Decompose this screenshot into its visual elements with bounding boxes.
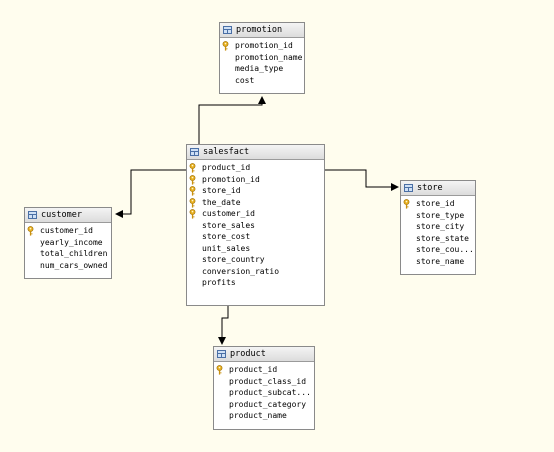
table-store[interactable]: store store_id store_type store_city store_… bbox=[400, 180, 476, 275]
column-row[interactable]: product_id bbox=[214, 364, 314, 376]
primary-key-icon bbox=[189, 197, 196, 208]
column-label: store_sales bbox=[202, 220, 255, 230]
column-label: customer_id bbox=[40, 226, 93, 235]
table-header[interactable]: salesfact bbox=[187, 145, 324, 160]
column-label: promotion_name bbox=[235, 52, 303, 62]
primary-key-icon bbox=[189, 209, 196, 219]
column-label: media_type bbox=[235, 64, 284, 73]
table-customer[interactable]: customer customer_id yearly_income total_c… bbox=[24, 207, 112, 279]
table-promotion[interactable]: promotion promotion_id promotion_namemedi… bbox=[219, 22, 305, 94]
column-label: store_id bbox=[202, 186, 241, 195]
column-label: num_cars_owned bbox=[40, 260, 108, 270]
column-label: promotion_id bbox=[202, 174, 260, 184]
column-row[interactable]: product_name bbox=[214, 410, 314, 422]
table-header[interactable]: product bbox=[214, 347, 314, 362]
primary-key-icon bbox=[403, 199, 410, 209]
column-label: yearly_income bbox=[40, 237, 103, 247]
column-label: unit_sales bbox=[202, 243, 251, 253]
table-header[interactable]: promotion bbox=[220, 23, 304, 38]
column-label: store_id bbox=[416, 199, 455, 208]
column-row[interactable]: promotion_id bbox=[220, 40, 304, 52]
relationship-salesfact-product bbox=[218, 306, 229, 345]
table-icon bbox=[404, 184, 413, 192]
column-label: profits bbox=[202, 278, 236, 287]
column-row[interactable]: store_cost bbox=[187, 231, 324, 243]
relationship-salesfact-promotion bbox=[198, 96, 266, 144]
column-row[interactable]: product_subcat... bbox=[214, 387, 314, 399]
column-list: customer_id yearly_income total_childrennu… bbox=[25, 223, 111, 271]
table-header[interactable]: store bbox=[401, 181, 475, 196]
column-list: product_id promotion_id store_id the_datecu… bbox=[187, 160, 324, 289]
column-row[interactable]: media_type bbox=[220, 63, 304, 75]
column-row[interactable]: product_category bbox=[214, 399, 314, 411]
primary-key-icon bbox=[27, 226, 34, 236]
column-label: cost bbox=[235, 75, 255, 85]
primary-key-icon bbox=[189, 174, 196, 185]
primary-key-icon bbox=[216, 365, 223, 375]
column-row[interactable]: unit_sales bbox=[187, 243, 324, 255]
column-row[interactable]: cost bbox=[220, 75, 304, 87]
column-label: store_state bbox=[416, 233, 469, 243]
column-row[interactable]: customer_id bbox=[25, 225, 111, 237]
column-label: product_class_id bbox=[229, 376, 307, 386]
column-row[interactable]: num_cars_owned bbox=[25, 260, 111, 272]
column-label: store_name bbox=[416, 256, 465, 266]
column-row[interactable]: the_date bbox=[187, 197, 324, 209]
column-label: product_subcat... bbox=[229, 388, 311, 397]
column-label: store_type bbox=[416, 210, 465, 220]
column-label: promotion_id bbox=[235, 41, 293, 50]
table-header[interactable]: customer bbox=[25, 208, 111, 223]
column-row[interactable]: product_id bbox=[187, 162, 324, 174]
primary-key-icon bbox=[189, 163, 196, 173]
table-icon bbox=[217, 350, 226, 358]
column-row[interactable]: store_type bbox=[401, 210, 475, 222]
relationship-salesfact-customer bbox=[115, 169, 187, 218]
table-salesfact[interactable]: salesfact product_id promotion_id store_id… bbox=[186, 144, 325, 306]
table-product[interactable]: product product_id product_class_id produc… bbox=[213, 346, 315, 430]
column-row[interactable]: promotion_id bbox=[187, 174, 324, 186]
diagram-canvas: promotion promotion_id promotion_namemedi… bbox=[0, 0, 554, 452]
table-icon bbox=[28, 211, 37, 219]
table-icon bbox=[190, 148, 199, 156]
primary-key-icon bbox=[222, 41, 229, 51]
column-label: customer_id bbox=[202, 209, 255, 218]
table-title: store bbox=[417, 183, 443, 193]
table-title: product bbox=[230, 349, 266, 359]
table-title: salesfact bbox=[203, 147, 250, 157]
table-title: promotion bbox=[236, 25, 283, 35]
column-label: conversion_ratio bbox=[202, 266, 280, 276]
column-label: store_cost bbox=[202, 232, 251, 241]
column-row[interactable]: yearly_income bbox=[25, 237, 111, 249]
column-row[interactable]: store_sales bbox=[187, 220, 324, 232]
column-row[interactable]: store_country bbox=[187, 254, 324, 266]
column-row[interactable]: customer_id bbox=[187, 208, 324, 220]
column-row[interactable]: store_city bbox=[401, 221, 475, 233]
column-row[interactable]: store_name bbox=[401, 256, 475, 268]
column-row[interactable]: total_children bbox=[25, 248, 111, 260]
table-icon bbox=[223, 26, 232, 34]
column-label: total_children bbox=[40, 249, 108, 258]
column-label: store_city bbox=[416, 222, 465, 231]
column-row[interactable]: store_id bbox=[401, 198, 475, 210]
column-label: store_cou... bbox=[416, 245, 474, 254]
column-label: product_category bbox=[229, 399, 307, 409]
column-list: product_id product_class_id product_subcat… bbox=[214, 362, 314, 422]
column-label: product_name bbox=[229, 411, 287, 420]
column-label: the_date bbox=[202, 197, 241, 207]
column-list: promotion_id promotion_name media_typecost bbox=[220, 38, 304, 86]
column-list: store_id store_type store_city store_states… bbox=[401, 196, 475, 267]
relationship-salesfact-store bbox=[325, 169, 399, 191]
table-title: customer bbox=[41, 210, 82, 220]
column-label: product_id bbox=[229, 365, 278, 374]
column-row[interactable]: store_id bbox=[187, 185, 324, 197]
column-row[interactable]: store_cou... bbox=[401, 244, 475, 256]
column-label: store_country bbox=[202, 255, 265, 264]
column-row[interactable]: profits bbox=[187, 277, 324, 289]
column-row[interactable]: product_class_id bbox=[214, 376, 314, 388]
column-row[interactable]: conversion_ratio bbox=[187, 266, 324, 278]
primary-key-icon bbox=[189, 186, 196, 196]
column-label: product_id bbox=[202, 163, 251, 172]
column-row[interactable]: promotion_name bbox=[220, 52, 304, 64]
column-row[interactable]: store_state bbox=[401, 233, 475, 245]
